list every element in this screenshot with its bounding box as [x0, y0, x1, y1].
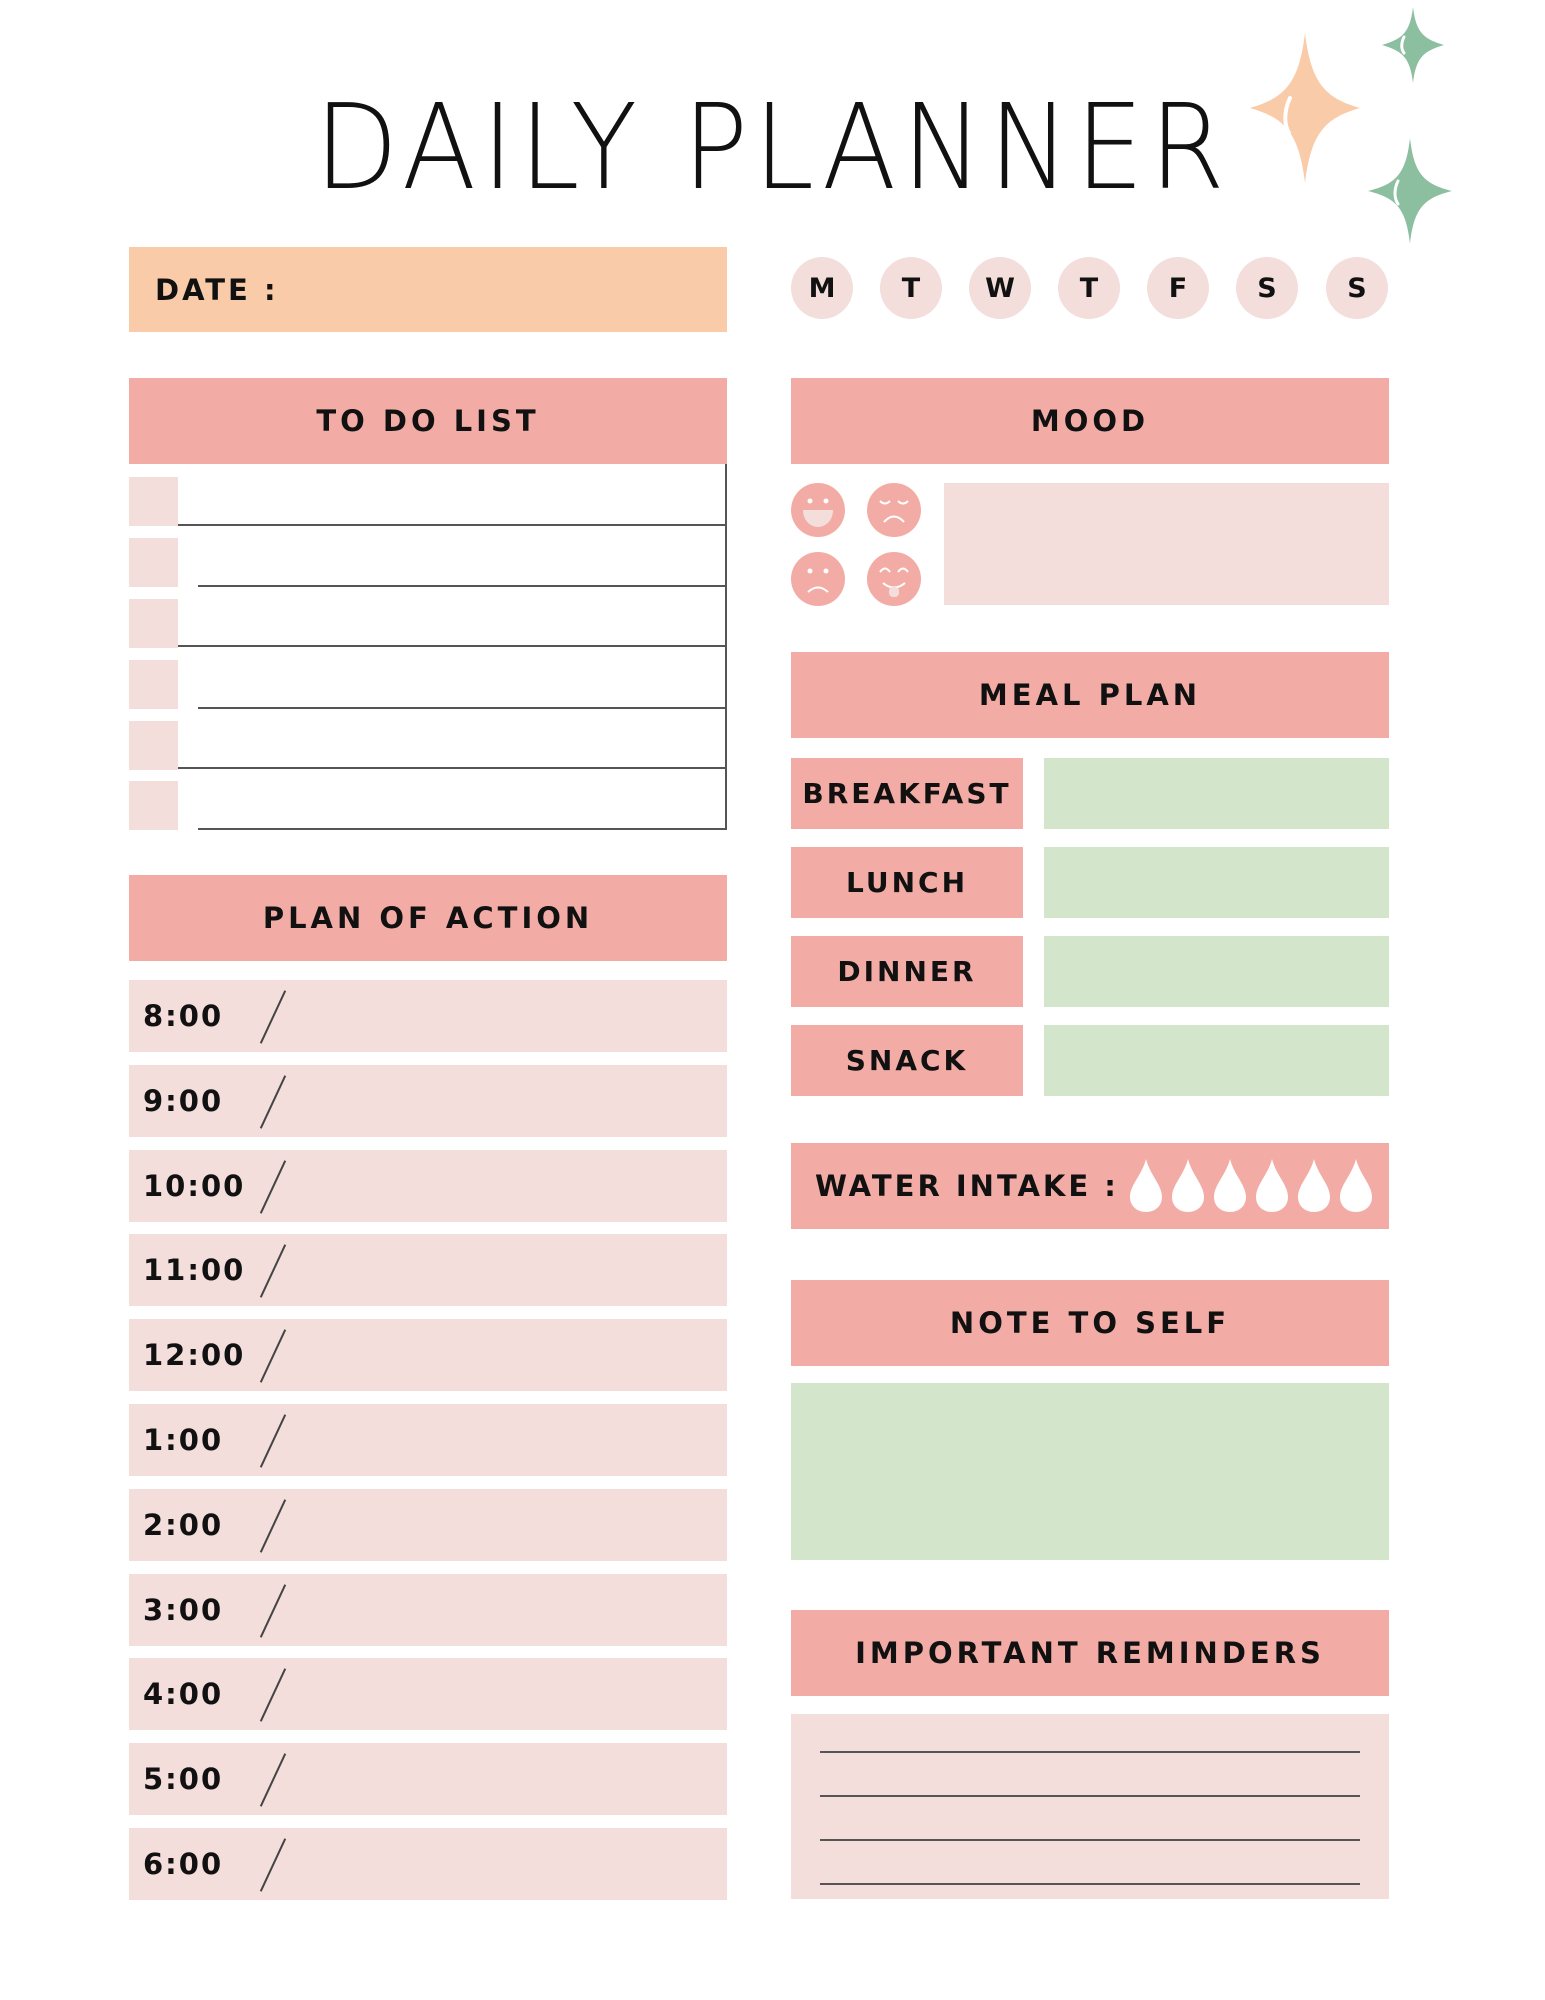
frown-face-icon[interactable] — [791, 552, 845, 606]
weekday-thursday[interactable]: T — [1058, 257, 1120, 319]
reminder-line[interactable] — [820, 1795, 1360, 1797]
meal-label-dinner: DINNER — [791, 936, 1023, 1007]
meal-input-snack[interactable] — [1044, 1025, 1389, 1096]
meal-label-breakfast: BREAKFAST — [791, 758, 1023, 829]
plan-time-label: 3:00 — [143, 1592, 224, 1627]
todo-header: TO DO LIST — [129, 378, 727, 464]
note-header: NOTE TO SELF — [791, 1280, 1389, 1366]
slash-divider — [253, 1664, 293, 1724]
reminders-header: IMPORTANT REMINDERS — [791, 1610, 1389, 1696]
sparkle-green-large-icon — [1368, 138, 1452, 244]
todo-line[interactable] — [178, 524, 727, 526]
sparkle-green-small-icon — [1382, 7, 1444, 83]
plan-time-label: 4:00 — [143, 1677, 224, 1712]
plan-row[interactable]: 8:00 — [129, 980, 727, 1052]
plan-row[interactable]: 4:00 — [129, 1658, 727, 1731]
water-drops — [1128, 1157, 1374, 1213]
weekday-sunday[interactable]: S — [1326, 257, 1388, 319]
slash-divider — [253, 1495, 293, 1555]
todo-checkbox[interactable] — [129, 660, 178, 709]
weekday-tuesday[interactable]: T — [880, 257, 942, 319]
todo-checkbox[interactable] — [129, 477, 178, 526]
plan-row[interactable]: 1:00 — [129, 1404, 727, 1476]
laughing-face-icon[interactable] — [791, 483, 845, 537]
meal-label-lunch: LUNCH — [791, 847, 1023, 918]
slash-divider — [253, 1071, 293, 1131]
todo-checkbox[interactable] — [129, 538, 178, 587]
reminder-line[interactable] — [820, 1839, 1360, 1841]
reminder-line[interactable] — [820, 1751, 1360, 1753]
plan-time-label: 9:00 — [143, 1083, 224, 1118]
water-drop-icon[interactable] — [1212, 1157, 1248, 1213]
reminders-box[interactable] — [791, 1714, 1389, 1899]
mood-notes-box[interactable] — [944, 483, 1389, 605]
meal-input-lunch[interactable] — [1044, 847, 1389, 918]
todo-checkbox[interactable] — [129, 721, 178, 770]
date-label: DATE : — [155, 272, 279, 307]
todo-line[interactable] — [178, 645, 727, 647]
mood-header: MOOD — [791, 378, 1389, 464]
plan-row[interactable]: 11:00 — [129, 1234, 727, 1307]
meal-input-breakfast[interactable] — [1044, 758, 1389, 829]
todo-line[interactable] — [198, 707, 727, 709]
todo-line[interactable] — [198, 585, 727, 587]
plan-time-label: 10:00 — [143, 1168, 246, 1203]
weekday-friday[interactable]: F — [1147, 257, 1209, 319]
plan-row[interactable]: 10:00 — [129, 1149, 727, 1222]
plan-row[interactable]: 12:00 — [129, 1319, 727, 1392]
meal-label-snack: SNACK — [791, 1025, 1023, 1096]
water-intake-label: WATER INTAKE : — [815, 1169, 1119, 1203]
todo-line[interactable] — [178, 767, 727, 769]
todo-right-border — [725, 464, 727, 830]
plan-time-label: 1:00 — [143, 1423, 224, 1457]
sad-closed-eyes-face-icon[interactable] — [867, 483, 921, 537]
todo-checkbox[interactable] — [129, 781, 178, 830]
plan-row[interactable]: 9:00 — [129, 1064, 727, 1137]
plan-row[interactable]: 3:00 — [129, 1573, 727, 1646]
plan-row[interactable]: 6:00 — [129, 1828, 727, 1900]
note-box[interactable] — [791, 1383, 1389, 1560]
tongue-out-face-icon[interactable] — [867, 552, 921, 606]
plan-row[interactable]: 5:00 — [129, 1743, 727, 1816]
plan-time-label: 12:00 — [143, 1338, 246, 1373]
water-drop-icon[interactable] — [1170, 1157, 1206, 1213]
weekday-saturday[interactable]: S — [1236, 257, 1298, 319]
plan-time-label: 6:00 — [143, 1847, 224, 1881]
water-drop-icon[interactable] — [1128, 1157, 1164, 1213]
todo-line[interactable] — [198, 828, 727, 830]
slash-divider — [253, 1240, 293, 1300]
slash-divider — [253, 1156, 293, 1216]
water-drop-icon[interactable] — [1296, 1157, 1332, 1213]
plan-time-label: 8:00 — [143, 999, 224, 1033]
plan-row[interactable]: 2:00 — [129, 1488, 727, 1561]
slash-divider — [253, 1749, 293, 1809]
slash-divider — [253, 1580, 293, 1640]
weekday-wednesday[interactable]: W — [969, 257, 1031, 319]
weekday-monday[interactable]: M — [791, 257, 853, 319]
slash-divider — [253, 1834, 293, 1894]
slash-divider — [253, 1410, 293, 1470]
date-field[interactable]: DATE : — [129, 247, 727, 332]
water-drop-icon[interactable] — [1338, 1157, 1374, 1213]
plan-time-label: 11:00 — [143, 1253, 246, 1288]
plan-time-label: 2:00 — [143, 1507, 224, 1542]
plan-time-label: 5:00 — [143, 1762, 224, 1797]
todo-checkbox[interactable] — [129, 599, 178, 648]
plan-header: PLAN OF ACTION — [129, 875, 727, 961]
meal-plan-header: MEAL PLAN — [791, 652, 1389, 738]
water-drop-icon[interactable] — [1254, 1157, 1290, 1213]
meal-input-dinner[interactable] — [1044, 936, 1389, 1007]
sparkle-peach-icon — [1250, 33, 1360, 183]
slash-divider — [253, 1325, 293, 1385]
reminder-line[interactable] — [820, 1883, 1360, 1885]
slash-divider — [253, 986, 293, 1046]
